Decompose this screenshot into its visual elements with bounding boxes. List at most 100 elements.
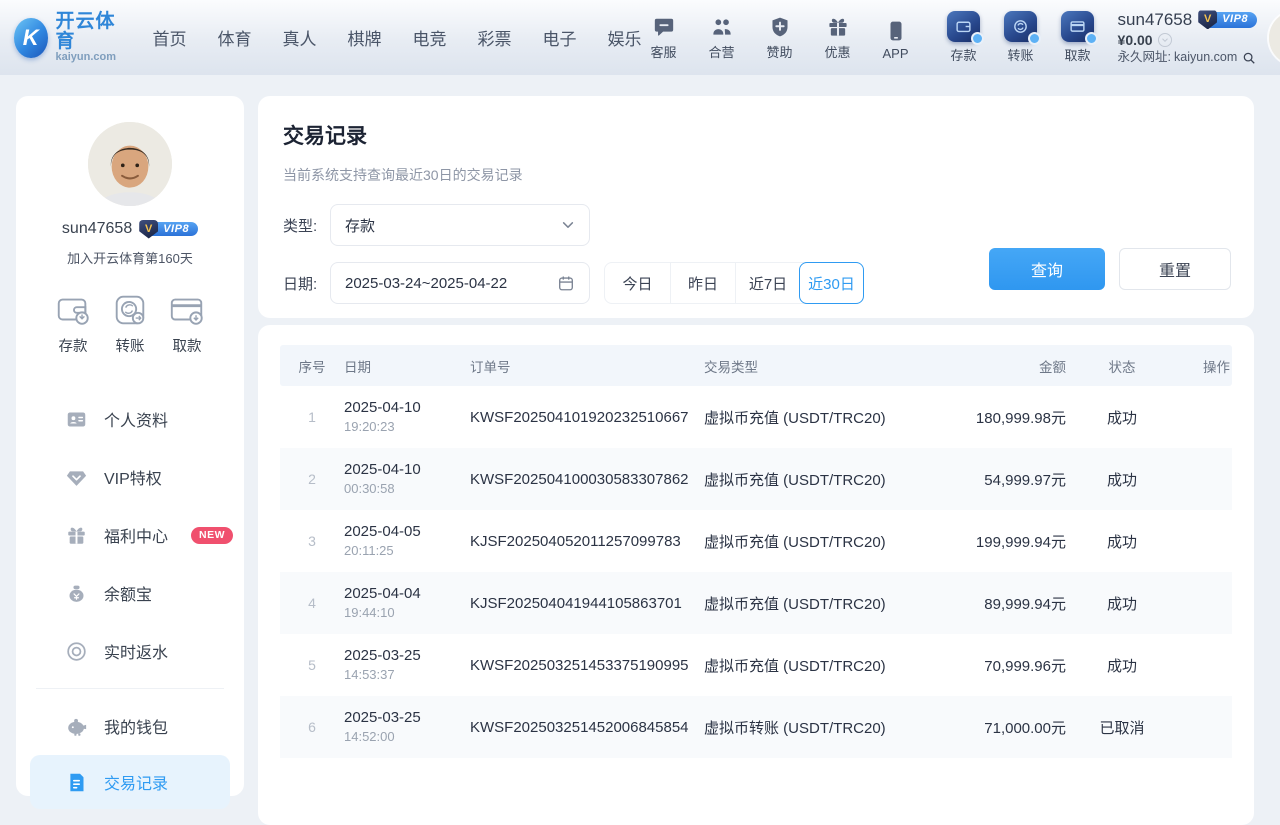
support-icon bbox=[652, 15, 676, 39]
row-status: 成功 bbox=[1070, 655, 1174, 676]
sidebar-quick-actions: 存款 转账 取款 bbox=[16, 291, 244, 356]
benefits-icon bbox=[66, 525, 87, 546]
nav-action-support[interactable]: 客服 bbox=[642, 15, 686, 61]
sidebar-transfer-button[interactable]: 转账 bbox=[111, 291, 149, 356]
balance-toggle-icon[interactable] bbox=[1158, 33, 1172, 47]
sidebar-withdraw-button[interactable]: 取款 bbox=[168, 291, 206, 356]
date-range-presets: 今日 昨日 近7日 近30日 bbox=[604, 262, 864, 304]
nav-link-esports[interactable]: 电竞 bbox=[413, 25, 447, 50]
nav-action-sponsor[interactable]: 赞助 bbox=[758, 15, 802, 61]
table-row: 3 2025-04-05 20:11:25 KJSF202504052011257… bbox=[280, 510, 1232, 572]
row-status: 已取消 bbox=[1070, 717, 1174, 738]
wallet-action-label: 转账 bbox=[1008, 45, 1034, 64]
sidebar-item-rebate[interactable]: 实时返水 bbox=[16, 622, 244, 680]
vip-level-label: VIP8 bbox=[151, 222, 198, 236]
row-time: 20:11:25 bbox=[344, 543, 394, 558]
row-order-no: KWSF202503251453375190995 bbox=[470, 657, 704, 674]
row-order-no: KJSF202504041944105863701 bbox=[470, 595, 704, 612]
logo-domain: kaiyun.com bbox=[56, 51, 123, 63]
query-button[interactable]: 查询 bbox=[989, 248, 1105, 290]
user-avatar[interactable] bbox=[1269, 11, 1280, 65]
transfer-tile-icon bbox=[1004, 11, 1037, 42]
date-range-input[interactable]: 2025-03-24~2025-04-22 bbox=[330, 262, 590, 304]
sidebar-item-vip[interactable]: VIP特权 bbox=[16, 448, 244, 506]
promo-icon bbox=[826, 15, 850, 39]
vip-badge[interactable]: V VIP8 bbox=[1198, 11, 1257, 28]
row-index: 1 bbox=[280, 409, 344, 425]
reset-button[interactable]: 重置 bbox=[1119, 248, 1231, 290]
yuebao-icon bbox=[66, 583, 87, 604]
nav-link-entertainment[interactable]: 娱乐 bbox=[608, 25, 642, 50]
col-index: 序号 bbox=[280, 356, 344, 376]
sidebar-action-label: 转账 bbox=[116, 335, 145, 356]
sidebar-item-transactions[interactable]: 交易记录 bbox=[30, 755, 230, 809]
nav-link-slots[interactable]: 电子 bbox=[543, 25, 577, 50]
sidebar-item-label: 我的钱包 bbox=[104, 714, 168, 738]
row-type: 虚拟币充值 (USDT/TRC20) bbox=[704, 407, 950, 428]
wallet-actions: 存款 转账 取款 bbox=[942, 11, 1100, 64]
sidebar-item-benefits[interactable]: 福利中心 NEW bbox=[16, 506, 244, 564]
preset-yesterday[interactable]: 昨日 bbox=[670, 263, 735, 303]
withdraw-tile-icon bbox=[1061, 11, 1094, 42]
row-amount: 71,000.00元 bbox=[950, 717, 1070, 738]
preset-today[interactable]: 今日 bbox=[605, 263, 670, 303]
wallet-action-label: 存款 bbox=[951, 45, 977, 64]
table-header: 序号 日期 订单号 交易类型 金额 状态 操作 bbox=[280, 345, 1232, 386]
nav-link-home[interactable]: 首页 bbox=[153, 25, 187, 50]
nav-transfer-button[interactable]: 转账 bbox=[999, 11, 1043, 64]
withdraw-icon bbox=[168, 291, 206, 329]
type-select[interactable]: 存款 bbox=[330, 204, 590, 246]
username: sun47658 bbox=[1118, 9, 1193, 30]
wallet-action-label: 取款 bbox=[1065, 45, 1091, 64]
nav-action-promo[interactable]: 优惠 bbox=[816, 15, 860, 61]
sidebar: sun47658 V VIP8 加入开云体育第160天 存款 转账 取款 bbox=[16, 96, 244, 796]
sidebar-deposit-button[interactable]: 存款 bbox=[54, 291, 92, 356]
nav-link-lottery[interactable]: 彩票 bbox=[478, 25, 512, 50]
top-navbar: K 开云体育 kaiyun.com 首页 体育 真人 棋牌 电竞 彩票 电子 娱… bbox=[0, 0, 1280, 75]
preset-last7days[interactable]: 近7日 bbox=[735, 263, 800, 303]
nav-deposit-button[interactable]: 存款 bbox=[942, 11, 986, 64]
row-index: 6 bbox=[280, 719, 344, 735]
sidebar-divider bbox=[36, 688, 224, 689]
row-index: 5 bbox=[280, 657, 344, 673]
profile-vip-badge[interactable]: V VIP8 bbox=[139, 221, 198, 238]
row-order-no: KWSF202503251452006845854 bbox=[470, 719, 704, 736]
sidebar-item-wallet[interactable]: 我的钱包 bbox=[16, 697, 244, 755]
nav-link-sports[interactable]: 体育 bbox=[218, 25, 252, 50]
sidebar-item-label: 个人资料 bbox=[104, 407, 168, 431]
row-time: 19:44:10 bbox=[344, 605, 395, 620]
row-index: 2 bbox=[280, 471, 344, 487]
logo-monogram-icon: K bbox=[14, 18, 48, 58]
transfer-icon bbox=[111, 291, 149, 329]
quick-actions: 客服 合营 赞助 优惠 bbox=[642, 15, 918, 61]
row-order-no: KJSF202504052011257099783 bbox=[470, 533, 704, 550]
row-status: 成功 bbox=[1070, 407, 1174, 428]
sidebar-item-yuebao[interactable]: 余额宝 bbox=[16, 564, 244, 622]
nav-action-partner[interactable]: 合营 bbox=[700, 15, 744, 61]
preset-last30days[interactable]: 近30日 bbox=[799, 262, 864, 304]
deposit-tile-badge bbox=[971, 32, 984, 45]
partner-icon bbox=[710, 15, 734, 39]
nav-link-live[interactable]: 真人 bbox=[283, 25, 317, 50]
row-date: 2025-04-05 bbox=[344, 523, 421, 540]
row-type: 虚拟币充值 (USDT/TRC20) bbox=[704, 469, 950, 490]
row-order-no: KWSF202504101920232510667 bbox=[470, 409, 704, 426]
row-amount: 199,999.94元 bbox=[950, 531, 1070, 552]
site-logo[interactable]: K 开云体育 kaiyun.com bbox=[14, 12, 123, 64]
row-time: 14:52:00 bbox=[344, 729, 395, 744]
transfer-tile-badge bbox=[1028, 32, 1041, 45]
nav-link-cards[interactable]: 棋牌 bbox=[348, 25, 382, 50]
nav-action-app[interactable]: APP bbox=[874, 19, 918, 61]
row-date: 2025-04-04 bbox=[344, 585, 421, 602]
sidebar-item-profile[interactable]: 个人资料 bbox=[16, 390, 244, 448]
row-date: 2025-03-25 bbox=[344, 647, 421, 664]
sidebar-item-label: 实时返水 bbox=[104, 639, 168, 663]
profile-avatar[interactable] bbox=[88, 122, 172, 206]
row-date: 2025-04-10 bbox=[344, 461, 421, 478]
row-index: 3 bbox=[280, 533, 344, 549]
search-icon[interactable] bbox=[1242, 51, 1256, 65]
site-url-label: 永久网址: bbox=[1118, 50, 1171, 66]
nav-withdraw-button[interactable]: 取款 bbox=[1056, 11, 1100, 64]
withdraw-tile-badge bbox=[1085, 32, 1098, 45]
wallet-icon bbox=[66, 716, 87, 737]
